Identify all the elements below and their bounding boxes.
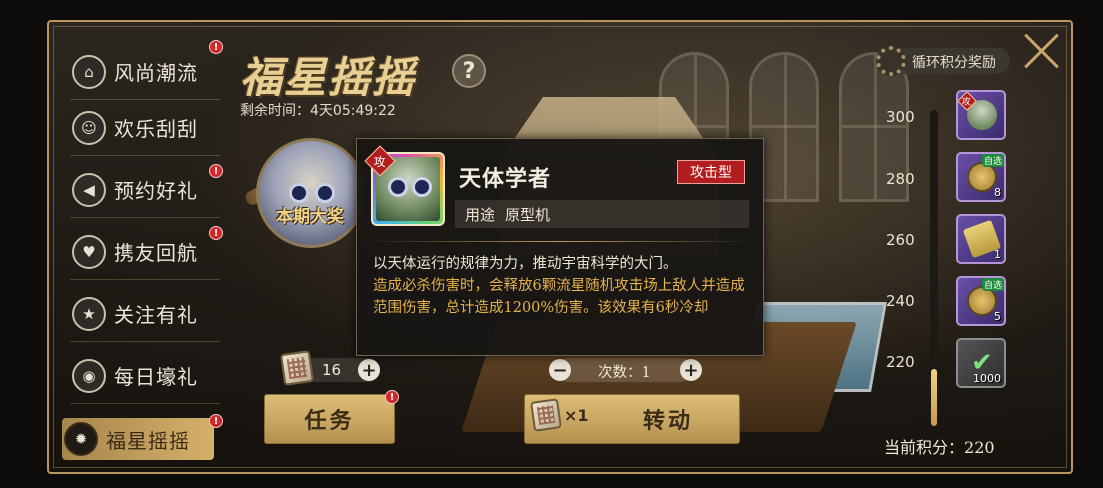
mask-icon: ☺ [72,110,106,145]
sidebar-item-fashion[interactable]: ⌂ 风尚潮流 [70,44,220,100]
featured-prize-tag: 本期大奖 [276,207,344,227]
score-tick-label: 280 [886,170,915,188]
notification-dot: ! [385,390,399,404]
notification-dot: ! [209,40,223,54]
goggle-icon [412,177,432,197]
goggles [388,177,434,199]
megaphone-icon: ◀ [72,172,106,207]
item-description: 以天体运行的规律为力，推动宇宙科学的大门。 [373,256,678,272]
reward-coin-box[interactable]: 自选 8 [956,152,1006,202]
times-value: 1 [641,365,651,381]
times-label: 次数： [598,365,642,381]
current-score-value: 220 [964,438,995,457]
sidebar-item-label: 福星摇摇 [106,428,190,453]
item-effect: 造成必杀伤害时，会释放6颗流星随机攻击场上敌人并造成范围伤害，总计造成1200%… [373,278,745,316]
current-score: 当前积分：220 [884,434,995,458]
sidebar: ⌂ 风尚潮流 ☺ 欢乐刮刮 ◀ 预约好礼 ♥ 携友回航 ★ 关注有礼 ◉ 每日壕… [58,30,224,470]
current-score-label: 当前积分： [884,438,965,457]
spin-cost-amount: ×1 [564,405,589,425]
sidebar-item-label: 风尚潮流 [114,61,198,85]
star-icon: ★ [72,296,106,331]
sidebar-item-label: 欢乐刮刮 [114,117,198,141]
reward-quantity: 1000 [973,372,1001,385]
decrease-times-button[interactable]: − [549,359,571,381]
item-name: 天体学者 [459,166,552,192]
reward-scroll[interactable]: 1 [956,214,1006,264]
thumbs-up-icon: ♥ [72,234,106,269]
reward-quantity: 1 [994,248,1001,261]
sidebar-item-reservation[interactable]: ◀ 预约好礼 [70,162,220,218]
spin-cost: ×1 [530,398,589,432]
remaining-time: 剩余时间：4天05:49:22 [240,100,396,120]
increase-times-button[interactable]: + [680,359,702,381]
score-progress-fill [931,369,937,426]
sidebar-item-scratch[interactable]: ☺ 欢乐刮刮 [70,100,220,156]
optional-pick-tag: 自选 [981,278,1004,291]
remaining-time-value: 4天05:49:22 [310,103,396,119]
reward-quantity: 8 [994,186,1001,199]
cat-icon: ◉ [72,358,106,393]
usage-value: 原型机 [505,205,551,224]
score-tick-label: 260 [886,231,915,249]
score-tick-label: 240 [886,292,915,310]
help-button[interactable]: ? [452,54,486,88]
featured-prize-avatar[interactable] [256,138,366,248]
ticket-count: 16 [322,361,342,379]
gear-icon [876,46,906,76]
notification-dot: ! [209,414,223,428]
item-icon: 攻 [364,145,445,226]
task-button[interactable]: 任务 [264,394,395,444]
score-tick-label: 300 [886,108,915,126]
item-usage: 用途 原型机 [455,200,749,228]
sidebar-item-label: 关注有礼 [114,303,198,327]
goggle-icon [388,177,408,197]
hanger-icon: ⌂ [72,54,106,89]
divider [369,241,751,242]
add-ticket-button[interactable]: + [358,359,380,381]
remaining-time-label: 剩余时间： [240,103,310,119]
sidebar-item-return[interactable]: ♥ 携友回航 [70,224,220,280]
ticket-icon [530,398,562,432]
reward-quantity: 5 [994,310,1001,323]
item-tooltip: 攻 天体学者 攻击型 用途 原型机 以天体运行的规律为力，推动宇宙科学的大门。 … [356,138,764,356]
notification-dot: ! [209,226,223,240]
reward-claimed[interactable]: ✔ 1000 [956,338,1006,388]
reward-avatar[interactable]: 攻 [956,90,1006,140]
sidebar-item-daily[interactable]: ◉ 每日壕礼 [70,348,220,404]
page-title: 福星摇摇 [240,53,417,102]
goggle-icon [315,183,335,203]
optional-pick-tag: 自选 [981,154,1004,167]
sidebar-item-label: 预约好礼 [114,179,198,203]
times-display: 次数：1 [598,361,651,382]
usage-label: 用途 [465,205,496,224]
gear-icon: ✹ [64,422,98,456]
score-tick-label: 220 [886,353,915,371]
notification-dot: ! [209,164,223,178]
sidebar-item-lucky-shake[interactable]: ✹ 福星摇摇 [62,418,214,460]
sidebar-item-label: 携友回航 [114,241,198,265]
close-button[interactable] [1022,30,1062,70]
goggle-icon [289,183,309,203]
item-type-badge: 攻击型 [677,160,745,184]
ticket-icon [279,350,315,386]
sidebar-item-label: 每日壕礼 [114,365,198,389]
reward-coin-box-2[interactable]: 自选 5 [956,276,1006,326]
sidebar-item-follow[interactable]: ★ 关注有礼 [70,286,220,342]
cycle-reward-label: 循环积分奖励 [912,55,996,71]
